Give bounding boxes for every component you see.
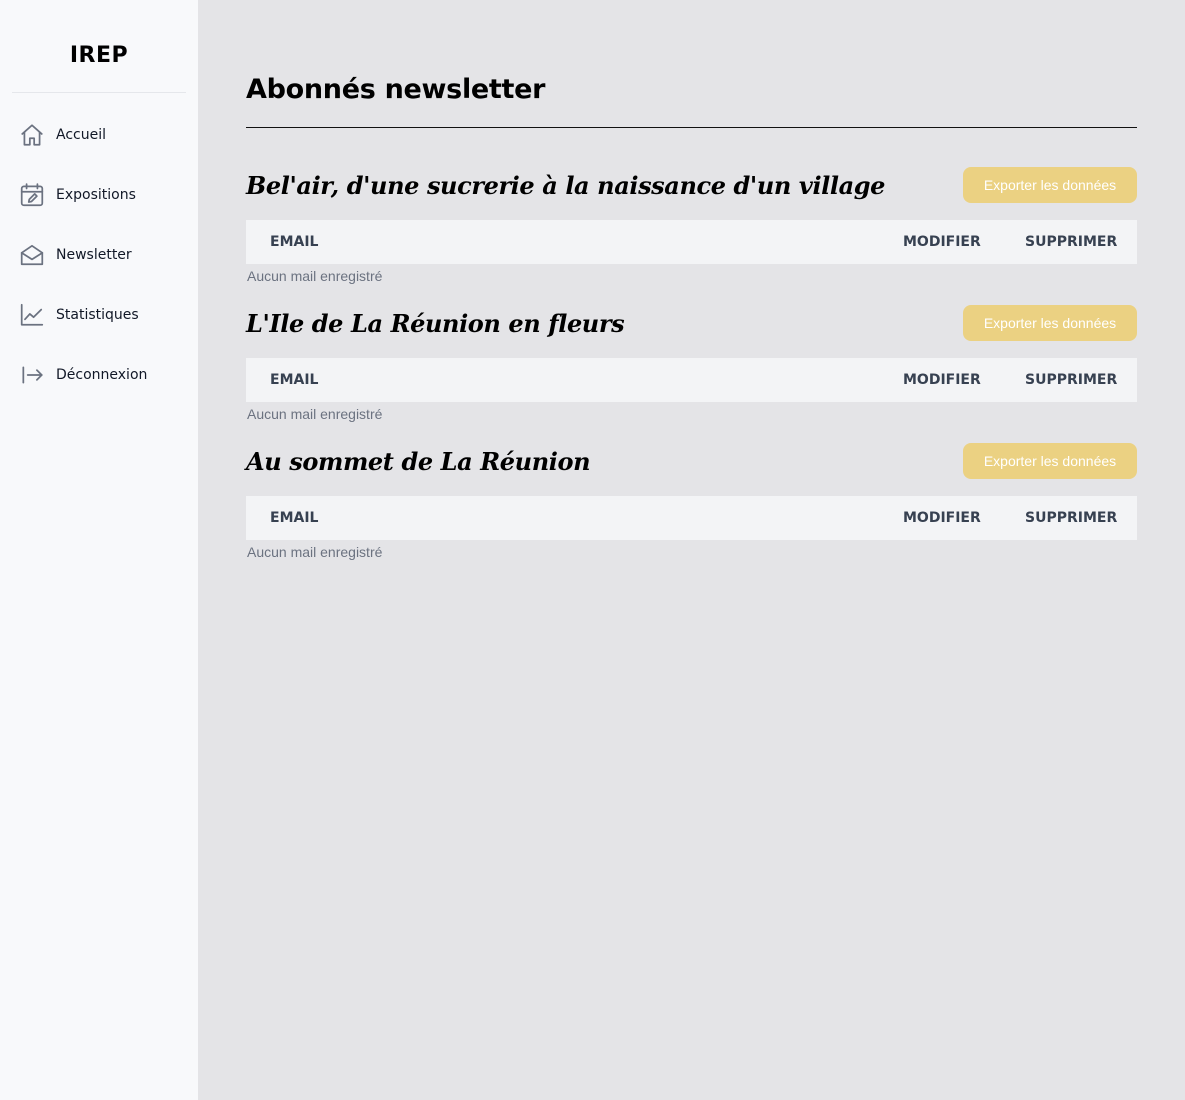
home-icon <box>19 122 45 148</box>
sidebar-item-newsletter[interactable]: Newsletter <box>0 225 198 285</box>
sidebar: IREP Accueil Expositions Newsletter Stat… <box>0 0 198 1100</box>
title-divider <box>246 127 1137 128</box>
calendar-edit-icon <box>19 182 45 208</box>
column-header-modifier: MODIFIER <box>903 234 981 250</box>
section-header: Bel'air, d'une sucrerie à la naissance d… <box>246 166 1137 204</box>
empty-message: Aucun mail enregistré <box>247 544 383 560</box>
table-header: EMAIL MODIFIER SUPPRIMER <box>246 358 1137 402</box>
empty-message: Aucun mail enregistré <box>247 406 383 422</box>
column-header-email: EMAIL <box>270 510 319 526</box>
column-header-supprimer: SUPPRIMER <box>1025 510 1118 526</box>
sidebar-item-expositions[interactable]: Expositions <box>0 165 198 225</box>
logout-arrow-icon <box>19 362 45 388</box>
page-title: Abonnés newsletter <box>246 74 546 105</box>
chart-line-icon <box>19 302 45 328</box>
exhibition-section: Au sommet de La Réunion Exporter les don… <box>246 442 1137 564</box>
export-button[interactable]: Exporter les données <box>963 167 1137 203</box>
app-logo: IREP <box>69 42 129 68</box>
sidebar-divider <box>12 92 186 93</box>
empty-message: Aucun mail enregistré <box>247 268 383 284</box>
sidebar-nav: Accueil Expositions Newsletter Statistiq… <box>0 105 198 405</box>
sidebar-item-label: Accueil <box>56 127 106 143</box>
column-header-supprimer: SUPPRIMER <box>1025 372 1118 388</box>
sidebar-item-label: Statistiques <box>56 307 139 323</box>
column-header-supprimer: SUPPRIMER <box>1025 234 1118 250</box>
section-title: L'Ile de La Réunion en fleurs <box>246 308 625 338</box>
envelope-open-icon <box>19 242 45 268</box>
export-button[interactable]: Exporter les données <box>963 305 1137 341</box>
section-title: Bel'air, d'une sucrerie à la naissance d… <box>246 170 886 200</box>
sidebar-item-statistiques[interactable]: Statistiques <box>0 285 198 345</box>
main-content: Abonnés newsletter Bel'air, d'une sucrer… <box>198 0 1185 1100</box>
sidebar-item-label: Newsletter <box>56 247 132 263</box>
exhibition-section: L'Ile de La Réunion en fleurs Exporter l… <box>246 304 1137 426</box>
column-header-email: EMAIL <box>270 372 319 388</box>
exhibition-section: Bel'air, d'une sucrerie à la naissance d… <box>246 166 1137 288</box>
export-button[interactable]: Exporter les données <box>963 443 1137 479</box>
section-title: Au sommet de La Réunion <box>246 446 591 476</box>
column-header-modifier: MODIFIER <box>903 510 981 526</box>
column-header-modifier: MODIFIER <box>903 372 981 388</box>
sidebar-item-label: Expositions <box>56 187 136 203</box>
sidebar-item-accueil[interactable]: Accueil <box>0 105 198 165</box>
column-header-email: EMAIL <box>270 234 319 250</box>
section-header: Au sommet de La Réunion Exporter les don… <box>246 442 1137 480</box>
section-header: L'Ile de La Réunion en fleurs Exporter l… <box>246 304 1137 342</box>
sidebar-item-deconnexion[interactable]: Déconnexion <box>0 345 198 405</box>
sidebar-item-label: Déconnexion <box>56 367 148 383</box>
table-header: EMAIL MODIFIER SUPPRIMER <box>246 220 1137 264</box>
table-header: EMAIL MODIFIER SUPPRIMER <box>246 496 1137 540</box>
